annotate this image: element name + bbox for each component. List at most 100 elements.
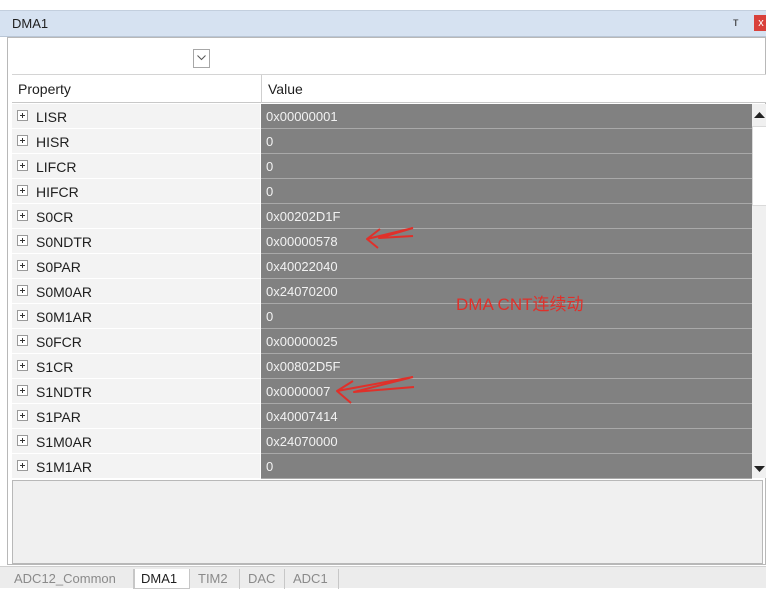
property-name-cell[interactable]: S0M0AR bbox=[12, 279, 260, 304]
property-value: 0x40022040 bbox=[266, 259, 338, 274]
close-icon[interactable]: x bbox=[754, 15, 766, 31]
property-name-cell[interactable]: LIFCR bbox=[12, 154, 260, 179]
property-value-cell[interactable]: 0 bbox=[261, 129, 752, 154]
column-header-property[interactable]: Property bbox=[18, 81, 71, 97]
tab-adc1[interactable]: ADC1 bbox=[287, 569, 339, 589]
property-value-cell[interactable]: 0 bbox=[261, 154, 752, 179]
scrollbar-thumb[interactable] bbox=[752, 126, 766, 206]
object-selector-dropdown[interactable] bbox=[193, 49, 210, 68]
property-name-cell[interactable]: S1NDTR bbox=[12, 379, 260, 404]
property-name: S1CR bbox=[36, 359, 74, 375]
property-value: 0x24070200 bbox=[266, 284, 338, 299]
property-name-cell[interactable]: S0NDTR bbox=[12, 229, 260, 254]
property-name: LIFCR bbox=[36, 159, 77, 175]
scroll-up-arrow-icon[interactable] bbox=[754, 112, 765, 118]
property-row-s1par[interactable]: S1PAR 0x40007414 bbox=[12, 404, 752, 429]
property-value: 0x40007414 bbox=[266, 409, 338, 424]
property-row-s0cr[interactable]: S0CR 0x00202D1F bbox=[12, 204, 752, 229]
property-name-cell[interactable]: S0CR bbox=[12, 204, 260, 229]
property-row-s1cr[interactable]: S1CR 0x00802D5F bbox=[12, 354, 752, 379]
expand-plus-icon[interactable] bbox=[17, 285, 28, 296]
property-name-cell[interactable]: LISR bbox=[12, 104, 260, 129]
expand-plus-icon[interactable] bbox=[17, 335, 28, 346]
property-name: LISR bbox=[36, 109, 68, 125]
vertical-scrollbar[interactable] bbox=[752, 104, 766, 478]
expand-plus-icon[interactable] bbox=[17, 160, 28, 171]
property-row-hifcr[interactable]: HIFCR 0 bbox=[12, 179, 752, 204]
property-row-s1ndtr[interactable]: S1NDTR 0x0000007 bbox=[12, 379, 752, 404]
expand-plus-icon[interactable] bbox=[17, 460, 28, 471]
pin-icon[interactable]: т bbox=[733, 15, 739, 29]
window-title: DMA1 bbox=[12, 16, 49, 31]
document-tab-strip: ADC12_Common DMA1 TIM2 DAC ADC1 bbox=[0, 566, 766, 589]
annotation-note: DMA CNT连续动 bbox=[456, 295, 584, 314]
property-row-hisr[interactable]: HISR 0 bbox=[12, 129, 752, 154]
expand-plus-icon[interactable] bbox=[17, 435, 28, 446]
property-value: 0x24070000 bbox=[266, 434, 338, 449]
property-row-s0fcr[interactable]: S0FCR 0x00000025 bbox=[12, 329, 752, 354]
property-row-s0m0ar[interactable]: S0M0AR 0x24070200 bbox=[12, 279, 752, 304]
property-name-cell[interactable]: S1M1AR bbox=[12, 454, 260, 479]
expand-plus-icon[interactable] bbox=[17, 410, 28, 421]
property-value-cell[interactable]: 0x00202D1F bbox=[261, 204, 752, 229]
property-value: 0x0000007 bbox=[266, 384, 331, 399]
property-name: HIFCR bbox=[36, 184, 79, 200]
property-value-cell[interactable]: 0x40007414 bbox=[261, 404, 752, 429]
property-value: 0 bbox=[266, 184, 274, 199]
property-row-lisr[interactable]: LISR 0x00000001 bbox=[12, 104, 752, 129]
tab-dma1[interactable]: DMA1 bbox=[134, 569, 190, 589]
property-name: S0M0AR bbox=[36, 284, 93, 300]
property-value-cell[interactable]: 0x0000007 bbox=[261, 379, 752, 404]
column-header-value[interactable]: Value bbox=[268, 81, 303, 97]
property-name-cell[interactable]: HIFCR bbox=[12, 179, 260, 204]
property-row-s0par[interactable]: S0PAR 0x40022040 bbox=[12, 254, 752, 279]
property-row-lifcr[interactable]: LIFCR 0 bbox=[12, 154, 752, 179]
property-name-cell[interactable]: S1PAR bbox=[12, 404, 260, 429]
property-value-cell[interactable]: 0x00000025 bbox=[261, 329, 752, 354]
property-name-cell[interactable]: S0FCR bbox=[12, 329, 260, 354]
description-pane bbox=[12, 480, 763, 564]
property-value: 0 bbox=[266, 309, 274, 324]
property-value-cell[interactable]: 0x40022040 bbox=[261, 254, 752, 279]
property-name: S1PAR bbox=[36, 409, 81, 425]
tab-adc12-common[interactable]: ADC12_Common bbox=[8, 569, 134, 589]
property-value-cell[interactable]: 0x24070000 bbox=[261, 429, 752, 454]
property-value: 0 bbox=[266, 134, 274, 149]
property-name: S1M1AR bbox=[36, 459, 93, 475]
column-divider[interactable] bbox=[261, 75, 262, 103]
tab-tim2[interactable]: TIM2 bbox=[192, 569, 240, 589]
property-row-s0ndtr[interactable]: S0NDTR 0x00000578 bbox=[12, 229, 752, 254]
expand-plus-icon[interactable] bbox=[17, 110, 28, 121]
property-value: 0x00000001 bbox=[266, 109, 338, 124]
scroll-down-arrow-icon[interactable] bbox=[754, 466, 765, 472]
properties-panel: Property Value LISR 0x00000001 HISR 0 LIFCR 0… bbox=[7, 37, 766, 565]
property-value-cell[interactable]: 0 bbox=[261, 454, 752, 479]
property-name-cell[interactable]: S1M0AR bbox=[12, 429, 260, 454]
expand-plus-icon[interactable] bbox=[17, 210, 28, 221]
property-name-cell[interactable]: S0PAR bbox=[12, 254, 260, 279]
expand-plus-icon[interactable] bbox=[17, 235, 28, 246]
property-value-cell[interactable]: 0x00000001 bbox=[261, 104, 752, 129]
property-value-cell[interactable]: 0x00000578 bbox=[261, 229, 752, 254]
property-name: S0FCR bbox=[36, 334, 82, 350]
property-row-s0m1ar[interactable]: S0M1AR 0 bbox=[12, 304, 752, 329]
expand-plus-icon[interactable] bbox=[17, 135, 28, 146]
property-row-s1m1ar[interactable]: S1M1AR 0 bbox=[12, 454, 752, 479]
expand-plus-icon[interactable] bbox=[17, 360, 28, 371]
expand-plus-icon[interactable] bbox=[17, 185, 28, 196]
property-name-cell[interactable]: S1CR bbox=[12, 354, 260, 379]
property-value: 0 bbox=[266, 159, 274, 174]
expand-plus-icon[interactable] bbox=[17, 385, 28, 396]
expand-plus-icon[interactable] bbox=[17, 310, 28, 321]
property-value: 0x00000025 bbox=[266, 334, 338, 349]
property-name: HISR bbox=[36, 134, 70, 150]
property-name: S1M0AR bbox=[36, 434, 93, 450]
property-name-cell[interactable]: S0M1AR bbox=[12, 304, 260, 329]
property-name-cell[interactable]: HISR bbox=[12, 129, 260, 154]
property-value-cell[interactable]: 0x00802D5F bbox=[261, 354, 752, 379]
property-value-cell[interactable]: 0 bbox=[261, 179, 752, 204]
expand-plus-icon[interactable] bbox=[17, 260, 28, 271]
property-name: S0NDTR bbox=[36, 234, 93, 250]
tab-dac[interactable]: DAC bbox=[242, 569, 285, 589]
property-row-s1m0ar[interactable]: S1M0AR 0x24070000 bbox=[12, 429, 752, 454]
